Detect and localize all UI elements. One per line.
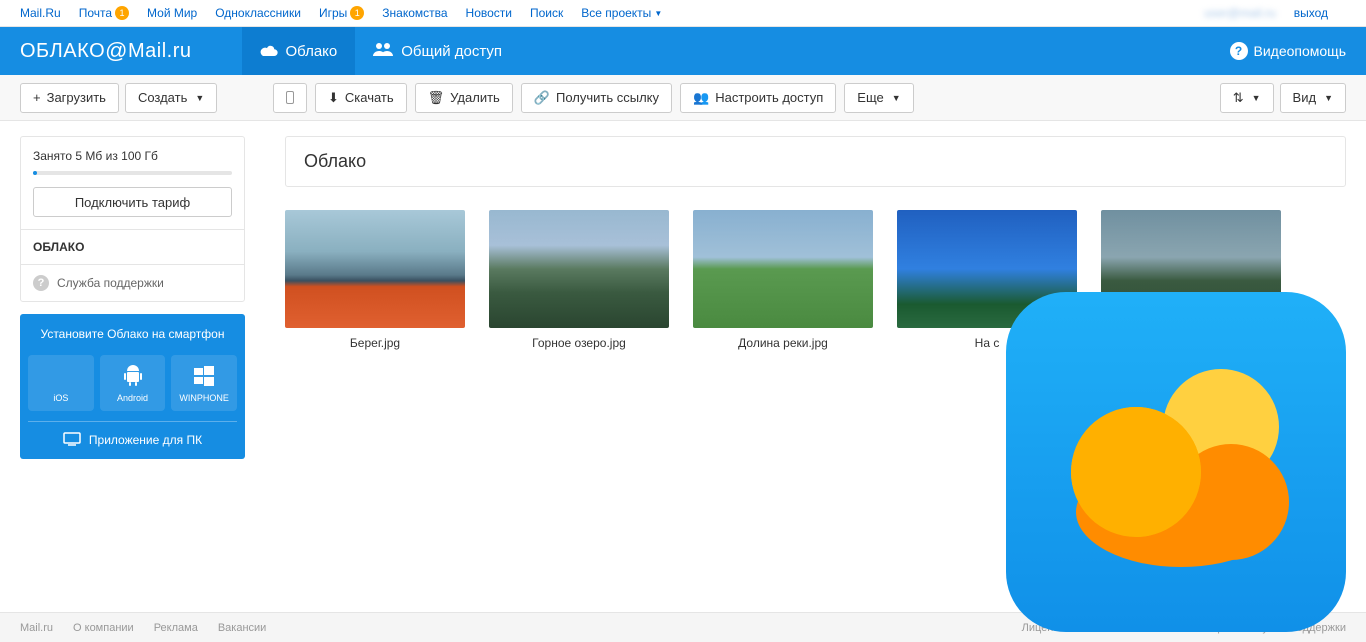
promo-ios[interactable]: iOS	[28, 355, 94, 411]
promo-desktop[interactable]: Приложение для ПК	[28, 421, 237, 449]
monitor-icon	[63, 432, 81, 449]
file-name: Берег.jpg	[285, 336, 465, 350]
chevron-down-icon: ▼	[892, 93, 901, 103]
cloud-app-icon	[1006, 292, 1346, 632]
user-email[interactable]: user@mail.ru	[1204, 6, 1276, 20]
footer-about[interactable]: О компании	[73, 622, 134, 634]
link-icon: 🔗	[534, 90, 550, 106]
apple-icon	[32, 363, 90, 389]
tab-label: Облако	[286, 43, 338, 60]
question-icon: ?	[33, 275, 49, 291]
thumbnail	[285, 210, 465, 328]
file-item[interactable]: Долина реки.jpg	[693, 210, 873, 350]
storage-bar	[33, 171, 232, 175]
nav-mymir[interactable]: Мой Мир	[147, 6, 197, 20]
nav-search[interactable]: Поиск	[530, 6, 563, 20]
share-settings-button[interactable]: 👥Настроить доступ	[680, 83, 836, 113]
logo-suffix: Mail.ru	[128, 40, 192, 63]
chevron-down-icon: ▼	[195, 93, 204, 103]
chevron-down-icon: ▼	[1324, 93, 1333, 103]
sidebar-root[interactable]: ОБЛАКО	[21, 229, 244, 264]
thumbnail	[693, 210, 873, 328]
sort-button[interactable]: ⇅▼	[1220, 83, 1274, 113]
nav-mailru[interactable]: Mail.Ru	[20, 6, 61, 20]
nav-games[interactable]: Игры1	[319, 6, 364, 20]
checkbox-icon	[286, 91, 294, 104]
logo[interactable]: ОБЛАКО@Mail.ru	[20, 38, 192, 64]
help-label: Видеопомощь	[1254, 43, 1347, 59]
promo-android[interactable]: Android	[100, 355, 166, 411]
sort-icon: ⇅	[1233, 90, 1244, 106]
header: ОБЛАКО@Mail.ru Облако Общий доступ ? Вид…	[0, 27, 1366, 75]
nav-dating[interactable]: Знакомства	[382, 6, 447, 20]
badge-icon: 1	[350, 6, 364, 20]
chevron-down-icon: ▼	[654, 9, 662, 18]
nav-mail[interactable]: Почта1	[79, 6, 129, 20]
plus-icon: +	[33, 90, 41, 105]
tab-shared[interactable]: Общий доступ	[355, 27, 520, 75]
cloud-icon	[260, 43, 278, 60]
breadcrumb: Облако	[285, 136, 1346, 187]
support-label: Служба поддержки	[57, 276, 164, 290]
logo-prefix: ОБЛАКО	[20, 40, 105, 63]
sidebar: Занято 5 Мб из 100 Гб Подключить тариф О…	[0, 121, 265, 612]
footer-mailru[interactable]: Mail.ru	[20, 622, 53, 634]
file-name: Горное озеро.jpg	[489, 336, 669, 350]
help-link[interactable]: ? Видеопомощь	[1230, 42, 1347, 60]
download-icon: ⬇	[328, 90, 339, 106]
nav-all-projects[interactable]: Все проекты▼	[581, 6, 662, 20]
nav-news[interactable]: Новости	[466, 6, 512, 20]
top-nav: Mail.Ru Почта1 Мой Мир Одноклассники Игр…	[0, 0, 1366, 27]
footer-ads[interactable]: Реклама	[154, 622, 198, 634]
upload-button[interactable]: +Загрузить	[20, 83, 119, 113]
chevron-down-icon: ▼	[1252, 93, 1261, 103]
delete-button[interactable]: 🗑Удалить	[415, 83, 513, 113]
trash-icon: 🗑	[428, 90, 445, 106]
tab-cloud[interactable]: Облако	[242, 27, 356, 75]
tab-label: Общий доступ	[401, 43, 502, 60]
promo-winphone[interactable]: WINPHONE	[171, 355, 237, 411]
view-button[interactable]: Вид▼	[1280, 83, 1346, 113]
select-all-button[interactable]	[273, 83, 307, 113]
promo-title: Установите Облако на смартфон	[28, 326, 237, 343]
promo-panel: Установите Облако на смартфон iOS Androi…	[20, 314, 245, 459]
logout-link[interactable]: выход	[1294, 6, 1328, 20]
people-icon	[373, 42, 393, 60]
storage-text: Занято 5 Мб из 100 Гб	[33, 149, 232, 163]
badge-icon: 1	[115, 6, 129, 20]
footer-jobs[interactable]: Вакансии	[218, 622, 267, 634]
question-icon: ?	[1230, 42, 1248, 60]
windows-icon	[175, 363, 233, 389]
connect-tariff-button[interactable]: Подключить тариф	[33, 187, 232, 217]
file-item[interactable]: Горное озеро.jpg	[489, 210, 669, 350]
toolbar: +Загрузить Создать▼ ⬇Скачать 🗑Удалить 🔗П…	[0, 75, 1366, 121]
support-link[interactable]: ? Служба поддержки	[21, 264, 244, 301]
thumbnail	[489, 210, 669, 328]
download-button[interactable]: ⬇Скачать	[315, 83, 407, 113]
create-button[interactable]: Создать▼	[125, 83, 217, 113]
at-icon: @	[105, 38, 128, 64]
file-item[interactable]: Берег.jpg	[285, 210, 465, 350]
more-button[interactable]: Еще▼	[844, 83, 913, 113]
nav-odnoklassniki[interactable]: Одноклассники	[215, 6, 301, 20]
get-link-button[interactable]: 🔗Получить ссылку	[521, 83, 672, 113]
file-name: Долина реки.jpg	[693, 336, 873, 350]
people-icon: 👥	[693, 90, 709, 106]
android-icon	[104, 363, 162, 389]
